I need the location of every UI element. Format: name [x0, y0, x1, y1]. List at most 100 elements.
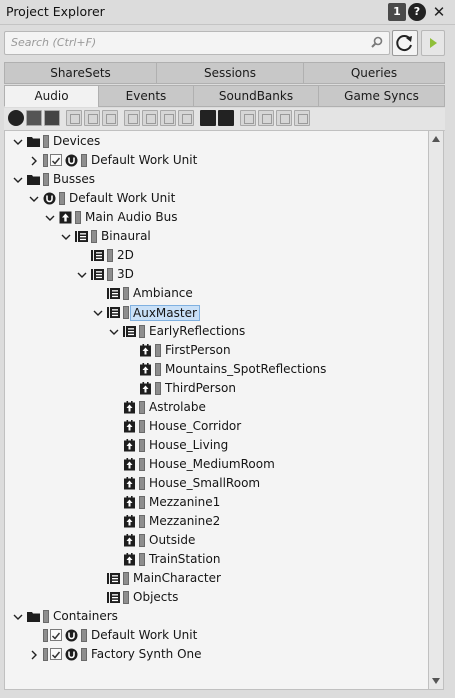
- tree-item-label[interactable]: 2D: [117, 248, 134, 262]
- tree-item-label[interactable]: Default Work Unit: [69, 191, 175, 205]
- tree-item-label[interactable]: EarlyReflections: [149, 324, 245, 338]
- tree-row[interactable]: House_Corridor: [5, 417, 429, 436]
- sequence-container-filter-icon[interactable]: [84, 110, 100, 126]
- chevron-down-icon[interactable]: [13, 174, 23, 184]
- refresh-button[interactable]: [392, 30, 418, 56]
- music-segment-filter-icon[interactable]: [240, 110, 256, 126]
- music-track-filter-icon[interactable]: [258, 110, 274, 126]
- tab-events[interactable]: Events: [98, 85, 194, 107]
- sound-sfx-filter-icon[interactable]: [160, 110, 176, 126]
- project-tree[interactable]: Devices Default Work Unit Busses Default Wo…: [4, 130, 430, 690]
- aux-bus-filter-icon[interactable]: [218, 110, 234, 126]
- include-checkbox[interactable]: [50, 154, 62, 166]
- include-checkbox[interactable]: [50, 648, 62, 660]
- tree-item-label[interactable]: Mezzanine1: [149, 495, 220, 509]
- tree-item-label[interactable]: 3D: [117, 267, 134, 281]
- tab-audio[interactable]: Audio: [4, 85, 99, 107]
- tree-row[interactable]: EarlyReflections: [5, 322, 429, 341]
- chevron-down-icon[interactable]: [77, 269, 87, 279]
- vertical-scrollbar[interactable]: [428, 130, 444, 690]
- tree-row[interactable]: Default Work Unit: [5, 189, 429, 208]
- music-switch-filter-icon[interactable]: [142, 110, 158, 126]
- chevron-down-icon[interactable]: [13, 136, 23, 146]
- search-input[interactable]: Search (Ctrl+F): [4, 31, 390, 55]
- switch-container-filter-icon[interactable]: [102, 110, 118, 126]
- tree-item-label[interactable]: Mezzanine2: [149, 514, 220, 528]
- tree-item-label[interactable]: House_MediumRoom: [149, 457, 275, 471]
- music-playlist-filter-icon[interactable]: [276, 110, 292, 126]
- tree-item-label[interactable]: House_SmallRoom: [149, 476, 260, 490]
- tree-item-label[interactable]: FirstPerson: [165, 343, 231, 357]
- tree-row[interactable]: FirstPerson: [5, 341, 429, 360]
- tree-row[interactable]: Ambiance: [5, 284, 429, 303]
- voice-filter-icon[interactable]: [178, 110, 194, 126]
- tree-row[interactable]: Factory Synth One: [5, 645, 429, 664]
- tree-row[interactable]: AuxMaster: [5, 303, 429, 322]
- random-container-filter-icon[interactable]: [66, 110, 82, 126]
- tree-item-label[interactable]: Factory Synth One: [91, 647, 202, 661]
- tree-item-label[interactable]: Default Work Unit: [91, 153, 197, 167]
- tree-item-label[interactable]: Containers: [53, 609, 118, 623]
- tree-item-label[interactable]: AuxMaster: [130, 305, 200, 321]
- tree-item-label[interactable]: TrainStation: [149, 552, 220, 566]
- tree-row[interactable]: Astrolabe: [5, 398, 429, 417]
- chevron-right-icon[interactable]: [29, 155, 39, 166]
- tree-item-label[interactable]: Busses: [53, 172, 95, 186]
- device-filter-icon[interactable]: [294, 110, 310, 126]
- chevron-down-icon[interactable]: [93, 307, 103, 317]
- tree-item-label[interactable]: ThirdPerson: [165, 381, 236, 395]
- tab-sessions[interactable]: Sessions: [156, 62, 304, 84]
- tree-item-label[interactable]: Devices: [53, 134, 100, 148]
- tree-item-label[interactable]: Ambiance: [133, 286, 193, 300]
- tree-item-label[interactable]: House_Living: [149, 438, 228, 452]
- tree-row[interactable]: Mountains_SpotReflections: [5, 360, 429, 379]
- tree-item-label[interactable]: Default Work Unit: [91, 628, 197, 642]
- tree-row[interactable]: House_SmallRoom: [5, 474, 429, 493]
- tree-row[interactable]: 2D: [5, 246, 429, 265]
- tree-row[interactable]: Default Work Unit: [5, 626, 429, 645]
- chevron-down-icon[interactable]: [13, 611, 23, 621]
- chevron-down-icon[interactable]: [45, 212, 55, 222]
- tree-row[interactable]: Default Work Unit: [5, 151, 429, 170]
- tree-row[interactable]: Mezzanine1: [5, 493, 429, 512]
- scroll-down-arrow-icon[interactable]: [432, 678, 440, 684]
- chevron-down-icon[interactable]: [29, 193, 39, 203]
- tree-row[interactable]: House_Living: [5, 436, 429, 455]
- tab-soundbanks[interactable]: SoundBanks: [193, 85, 319, 107]
- tree-row[interactable]: Mezzanine2: [5, 512, 429, 531]
- tree-item-label[interactable]: House_Corridor: [149, 419, 241, 433]
- tree-row[interactable]: Outside: [5, 531, 429, 550]
- chevron-right-icon[interactable]: [29, 649, 39, 660]
- tree-row[interactable]: Binaural: [5, 227, 429, 246]
- tree-item-label[interactable]: Objects: [133, 590, 178, 604]
- tree-row[interactable]: Busses: [5, 170, 429, 189]
- tree-row[interactable]: 3D: [5, 265, 429, 284]
- view-number-button[interactable]: 1: [388, 3, 406, 21]
- tree-row[interactable]: MainCharacter: [5, 569, 429, 588]
- tree-row[interactable]: ThirdPerson: [5, 379, 429, 398]
- physical-folder-filter-icon[interactable]: [44, 110, 60, 126]
- work-unit-filter-icon[interactable]: [8, 110, 24, 126]
- tree-row[interactable]: TrainStation: [5, 550, 429, 569]
- chevron-down-icon[interactable]: [61, 231, 71, 241]
- tree-item-label[interactable]: Astrolabe: [149, 400, 206, 414]
- tree-row[interactable]: Devices: [5, 132, 429, 151]
- tree-item-label[interactable]: MainCharacter: [133, 571, 221, 585]
- tree-item-label[interactable]: Outside: [149, 533, 195, 547]
- include-checkbox[interactable]: [50, 629, 62, 641]
- tab-sharesets[interactable]: ShareSets: [4, 62, 157, 84]
- tab-queries[interactable]: Queries: [303, 62, 445, 84]
- help-icon[interactable]: ?: [408, 3, 426, 21]
- tab-game-syncs[interactable]: Game Syncs: [318, 85, 445, 107]
- scroll-up-arrow-icon[interactable]: [432, 136, 440, 142]
- sync-button[interactable]: [421, 30, 445, 56]
- tree-item-label[interactable]: Binaural: [101, 229, 151, 243]
- tree-row[interactable]: House_MediumRoom: [5, 455, 429, 474]
- blend-container-filter-icon[interactable]: [124, 110, 140, 126]
- tree-row[interactable]: Containers: [5, 607, 429, 626]
- audio-bus-filter-icon[interactable]: [200, 110, 216, 126]
- folder-filter-icon[interactable]: [26, 110, 42, 126]
- close-icon[interactable]: ✕: [430, 3, 448, 21]
- tree-item-label[interactable]: Main Audio Bus: [85, 210, 177, 224]
- tree-row[interactable]: Objects: [5, 588, 429, 607]
